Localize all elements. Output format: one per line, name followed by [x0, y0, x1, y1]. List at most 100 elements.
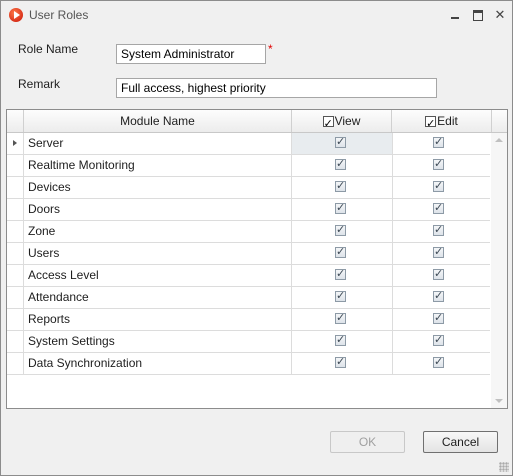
view-cell[interactable]: [291, 331, 393, 352]
vertical-scrollbar[interactable]: [491, 133, 507, 408]
row-indicator[interactable]: [7, 155, 24, 176]
table-row[interactable]: Zone: [7, 221, 490, 243]
row-indicator[interactable]: [7, 177, 24, 198]
edit-cell[interactable]: [392, 155, 490, 176]
view-cell[interactable]: [291, 353, 393, 374]
module-name-cell[interactable]: Attendance: [28, 287, 290, 308]
module-name-cell[interactable]: Server: [28, 133, 290, 154]
resize-grip-icon[interactable]: [499, 462, 509, 472]
edit-checkbox[interactable]: [433, 267, 444, 280]
row-indicator[interactable]: [7, 353, 24, 374]
view-cell[interactable]: [291, 199, 393, 220]
view-checkbox[interactable]: [335, 157, 346, 170]
view-cell[interactable]: [291, 243, 393, 264]
table-row[interactable]: Reports: [7, 309, 490, 331]
view-cell[interactable]: [291, 221, 393, 242]
edit-checkbox[interactable]: [433, 179, 444, 192]
module-name-cell[interactable]: Devices: [28, 177, 290, 198]
view-checkbox[interactable]: [335, 267, 346, 280]
grid-header: Module Name View Edit: [7, 110, 507, 135]
module-name-cell[interactable]: Doors: [28, 199, 290, 220]
edit-checkbox[interactable]: [433, 201, 444, 214]
table-row[interactable]: Attendance: [7, 287, 490, 309]
edit-header[interactable]: Edit: [392, 110, 492, 135]
cancel-button[interactable]: Cancel: [423, 431, 498, 453]
row-indicator[interactable]: [7, 221, 24, 242]
view-header[interactable]: View: [292, 110, 392, 135]
edit-cell[interactable]: [392, 265, 490, 286]
edit-checkbox[interactable]: [433, 135, 444, 148]
edit-cell[interactable]: [392, 177, 490, 198]
view-checkbox[interactable]: [335, 223, 346, 236]
edit-cell[interactable]: [392, 309, 490, 330]
row-indicator-header: [7, 110, 24, 132]
table-row[interactable]: Doors: [7, 199, 490, 221]
module-name-cell[interactable]: Access Level: [28, 265, 290, 286]
edit-cell[interactable]: [392, 133, 490, 154]
view-checkbox[interactable]: [335, 179, 346, 192]
view-cell[interactable]: [291, 265, 393, 286]
row-indicator[interactable]: [7, 287, 24, 308]
table-row[interactable]: Access Level: [7, 265, 490, 287]
view-checkbox[interactable]: [335, 245, 346, 258]
edit-cell[interactable]: [392, 331, 490, 352]
view-checkbox[interactable]: [335, 135, 346, 148]
row-indicator[interactable]: [7, 265, 24, 286]
table-row[interactable]: Devices: [7, 177, 490, 199]
remark-label: Remark: [18, 77, 61, 91]
title-bar[interactable]: User Roles ✕: [1, 1, 512, 31]
scroll-up-icon[interactable]: [495, 138, 503, 142]
grid-rows: ServerRealtime MonitoringDevicesDoorsZon…: [7, 133, 490, 375]
view-cell[interactable]: [291, 133, 393, 154]
table-row[interactable]: Users: [7, 243, 490, 265]
edit-checkbox[interactable]: [433, 223, 444, 236]
row-indicator[interactable]: [7, 199, 24, 220]
row-indicator[interactable]: [7, 309, 24, 330]
ok-button[interactable]: OK: [330, 431, 405, 453]
edit-checkbox[interactable]: [433, 355, 444, 368]
view-cell[interactable]: [291, 287, 393, 308]
edit-all-checkbox[interactable]: [425, 113, 437, 135]
maximize-icon[interactable]: [470, 7, 486, 23]
current-row-arrow-icon: [13, 140, 17, 146]
view-checkbox[interactable]: [335, 333, 346, 346]
edit-cell[interactable]: [392, 287, 490, 308]
edit-checkbox[interactable]: [433, 245, 444, 258]
module-name-header[interactable]: Module Name: [24, 110, 292, 132]
close-icon[interactable]: ✕: [492, 7, 508, 23]
edit-cell[interactable]: [392, 221, 490, 242]
module-name-cell[interactable]: Users: [28, 243, 290, 264]
view-checkbox[interactable]: [335, 289, 346, 302]
edit-checkbox[interactable]: [433, 157, 444, 170]
view-checkbox[interactable]: [335, 355, 346, 368]
edit-checkbox[interactable]: [433, 311, 444, 324]
row-indicator[interactable]: [7, 133, 24, 154]
edit-cell[interactable]: [392, 199, 490, 220]
module-name-cell[interactable]: Reports: [28, 309, 290, 330]
module-name-cell[interactable]: Realtime Monitoring: [28, 155, 290, 176]
module-name-cell[interactable]: System Settings: [28, 331, 290, 352]
edit-checkbox[interactable]: [433, 289, 444, 302]
table-row[interactable]: Server: [7, 133, 490, 155]
edit-cell[interactable]: [392, 243, 490, 264]
scroll-down-icon[interactable]: [495, 399, 503, 403]
edit-checkbox[interactable]: [433, 333, 444, 346]
row-indicator[interactable]: [7, 331, 24, 352]
edit-cell[interactable]: [392, 353, 490, 374]
view-all-checkbox[interactable]: [322, 113, 334, 135]
table-row[interactable]: Data Synchronization: [7, 353, 490, 375]
required-marker: *: [268, 42, 273, 56]
module-name-cell[interactable]: Zone: [28, 221, 290, 242]
view-checkbox[interactable]: [335, 311, 346, 324]
view-cell[interactable]: [291, 155, 393, 176]
view-checkbox[interactable]: [335, 201, 346, 214]
remark-field[interactable]: [116, 78, 437, 98]
module-name-cell[interactable]: Data Synchronization: [28, 353, 290, 374]
role-name-field[interactable]: [116, 44, 266, 64]
row-indicator[interactable]: [7, 243, 24, 264]
minimize-icon[interactable]: [448, 7, 464, 23]
table-row[interactable]: System Settings: [7, 331, 490, 353]
table-row[interactable]: Realtime Monitoring: [7, 155, 490, 177]
view-cell[interactable]: [291, 309, 393, 330]
view-cell[interactable]: [291, 177, 393, 198]
